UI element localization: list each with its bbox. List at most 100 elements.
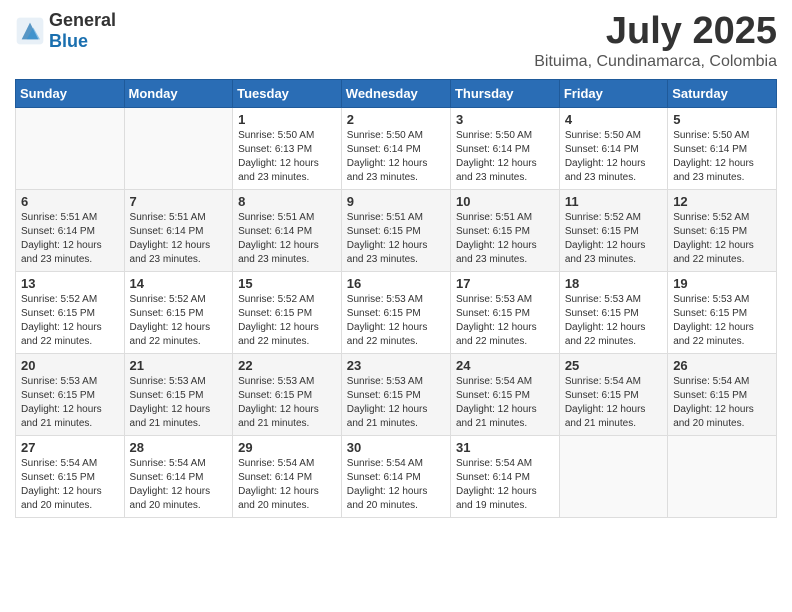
day-info: Sunrise: 5:52 AMSunset: 6:15 PMDaylight:…	[21, 293, 119, 349]
day-number: 25	[565, 358, 662, 373]
day-header-tuesday: Tuesday	[233, 80, 342, 108]
day-number: 12	[673, 194, 771, 209]
calendar-cell: 27 Sunrise: 5:54 AMSunset: 6:15 PMDayligh…	[16, 436, 125, 518]
day-info: Sunrise: 5:54 AMSunset: 6:15 PMDaylight:…	[673, 375, 771, 431]
day-info: Sunrise: 5:52 AMSunset: 6:15 PMDaylight:…	[238, 293, 336, 349]
calendar-week-row: 6 Sunrise: 5:51 AMSunset: 6:14 PMDaylight…	[16, 190, 777, 272]
day-info: Sunrise: 5:51 AMSunset: 6:15 PMDaylight:…	[456, 211, 554, 267]
day-info: Sunrise: 5:52 AMSunset: 6:15 PMDaylight:…	[673, 211, 771, 267]
day-info: Sunrise: 5:53 AMSunset: 6:15 PMDaylight:…	[565, 293, 662, 349]
day-info: Sunrise: 5:53 AMSunset: 6:15 PMDaylight:…	[238, 375, 336, 431]
day-info: Sunrise: 5:51 AMSunset: 6:14 PMDaylight:…	[21, 211, 119, 267]
title-area: July 2025 Bituima, Cundinamarca, Colombi…	[534, 10, 777, 71]
calendar-cell: 8 Sunrise: 5:51 AMSunset: 6:14 PMDaylight…	[233, 190, 342, 272]
calendar-week-row: 20 Sunrise: 5:53 AMSunset: 6:15 PMDayligh…	[16, 354, 777, 436]
day-info: Sunrise: 5:52 AMSunset: 6:15 PMDaylight:…	[130, 293, 228, 349]
day-number: 18	[565, 276, 662, 291]
day-number: 29	[238, 440, 336, 455]
day-number: 4	[565, 112, 662, 127]
calendar: SundayMondayTuesdayWednesdayThursdayFrid…	[15, 79, 777, 518]
calendar-cell: 19Sunrise: 5:53 AMSunset: 6:15 PMDayligh…	[668, 272, 777, 354]
calendar-cell: 26Sunrise: 5:54 AMSunset: 6:15 PMDayligh…	[668, 354, 777, 436]
calendar-cell: 20 Sunrise: 5:53 AMSunset: 6:15 PMDayligh…	[16, 354, 125, 436]
calendar-cell: 24 Sunrise: 5:54 AMSunset: 6:15 PMDayligh…	[450, 354, 559, 436]
day-info: Sunrise: 5:52 AMSunset: 6:15 PMDaylight:…	[565, 211, 662, 267]
calendar-cell: 25 Sunrise: 5:54 AMSunset: 6:15 PMDayligh…	[559, 354, 667, 436]
day-header-sunday: Sunday	[16, 80, 125, 108]
calendar-cell: 2 Sunrise: 5:50 AMSunset: 6:14 PMDaylight…	[341, 108, 450, 190]
calendar-cell: 4 Sunrise: 5:50 AMSunset: 6:14 PMDaylight…	[559, 108, 667, 190]
calendar-header-row: SundayMondayTuesdayWednesdayThursdayFrid…	[16, 80, 777, 108]
calendar-week-row: 1 Sunrise: 5:50 AMSunset: 6:13 PMDaylight…	[16, 108, 777, 190]
day-info: Sunrise: 5:54 AMSunset: 6:14 PMDaylight:…	[347, 457, 445, 513]
day-number: 31	[456, 440, 554, 455]
day-info: Sunrise: 5:54 AMSunset: 6:14 PMDaylight:…	[130, 457, 228, 513]
logo-blue: Blue	[49, 31, 88, 51]
day-number: 10	[456, 194, 554, 209]
day-number: 22	[238, 358, 336, 373]
day-number: 6	[21, 194, 119, 209]
day-info: Sunrise: 5:54 AMSunset: 6:15 PMDaylight:…	[21, 457, 119, 513]
logo-text: General Blue	[49, 10, 116, 52]
day-header-saturday: Saturday	[668, 80, 777, 108]
calendar-week-row: 13 Sunrise: 5:52 AMSunset: 6:15 PMDayligh…	[16, 272, 777, 354]
calendar-cell	[124, 108, 233, 190]
calendar-cell: 12 Sunrise: 5:52 AMSunset: 6:15 PMDayligh…	[668, 190, 777, 272]
calendar-week-row: 27 Sunrise: 5:54 AMSunset: 6:15 PMDayligh…	[16, 436, 777, 518]
calendar-cell: 15Sunrise: 5:52 AMSunset: 6:15 PMDayligh…	[233, 272, 342, 354]
calendar-cell: 3Sunrise: 5:50 AMSunset: 6:14 PMDaylight…	[450, 108, 559, 190]
calendar-cell	[16, 108, 125, 190]
day-number: 8	[238, 194, 336, 209]
day-header-monday: Monday	[124, 80, 233, 108]
day-info: Sunrise: 5:54 AMSunset: 6:14 PMDaylight:…	[456, 457, 554, 513]
day-number: 2	[347, 112, 445, 127]
calendar-cell: 9Sunrise: 5:51 AMSunset: 6:15 PMDaylight…	[341, 190, 450, 272]
day-number: 17	[456, 276, 554, 291]
day-number: 11	[565, 194, 662, 209]
day-number: 24	[456, 358, 554, 373]
day-info: Sunrise: 5:50 AMSunset: 6:14 PMDaylight:…	[565, 129, 662, 185]
day-info: Sunrise: 5:54 AMSunset: 6:15 PMDaylight:…	[456, 375, 554, 431]
header: General Blue July 2025 Bituima, Cundinam…	[15, 10, 777, 71]
calendar-cell: 30 Sunrise: 5:54 AMSunset: 6:14 PMDayligh…	[341, 436, 450, 518]
calendar-cell	[559, 436, 667, 518]
logo: General Blue	[15, 10, 116, 52]
logo-general: General	[49, 10, 116, 30]
calendar-cell: 1 Sunrise: 5:50 AMSunset: 6:13 PMDaylight…	[233, 108, 342, 190]
day-number: 20	[21, 358, 119, 373]
day-info: Sunrise: 5:50 AMSunset: 6:14 PMDaylight:…	[456, 129, 554, 185]
day-number: 21	[130, 358, 228, 373]
day-number: 1	[238, 112, 336, 127]
subtitle: Bituima, Cundinamarca, Colombia	[534, 53, 777, 71]
calendar-cell: 6 Sunrise: 5:51 AMSunset: 6:14 PMDaylight…	[16, 190, 125, 272]
day-info: Sunrise: 5:53 AMSunset: 6:15 PMDaylight:…	[456, 293, 554, 349]
day-info: Sunrise: 5:53 AMSunset: 6:15 PMDaylight:…	[347, 293, 445, 349]
day-info: Sunrise: 5:53 AMSunset: 6:15 PMDaylight:…	[347, 375, 445, 431]
day-info: Sunrise: 5:50 AMSunset: 6:13 PMDaylight:…	[238, 129, 336, 185]
calendar-cell: 21 Sunrise: 5:53 AMSunset: 6:15 PMDayligh…	[124, 354, 233, 436]
day-number: 13	[21, 276, 119, 291]
calendar-cell: 11 Sunrise: 5:52 AMSunset: 6:15 PMDayligh…	[559, 190, 667, 272]
day-info: Sunrise: 5:51 AMSunset: 6:14 PMDaylight:…	[130, 211, 228, 267]
calendar-cell: 14 Sunrise: 5:52 AMSunset: 6:15 PMDayligh…	[124, 272, 233, 354]
calendar-cell: 23Sunrise: 5:53 AMSunset: 6:15 PMDayligh…	[341, 354, 450, 436]
day-info: Sunrise: 5:53 AMSunset: 6:15 PMDaylight:…	[21, 375, 119, 431]
day-number: 27	[21, 440, 119, 455]
day-info: Sunrise: 5:53 AMSunset: 6:15 PMDaylight:…	[130, 375, 228, 431]
day-number: 14	[130, 276, 228, 291]
main-title: July 2025	[534, 10, 777, 53]
day-info: Sunrise: 5:54 AMSunset: 6:15 PMDaylight:…	[565, 375, 662, 431]
calendar-cell: 28 Sunrise: 5:54 AMSunset: 6:14 PMDayligh…	[124, 436, 233, 518]
calendar-cell: 18 Sunrise: 5:53 AMSunset: 6:15 PMDayligh…	[559, 272, 667, 354]
day-info: Sunrise: 5:51 AMSunset: 6:14 PMDaylight:…	[238, 211, 336, 267]
calendar-cell: 10 Sunrise: 5:51 AMSunset: 6:15 PMDayligh…	[450, 190, 559, 272]
day-header-thursday: Thursday	[450, 80, 559, 108]
day-header-friday: Friday	[559, 80, 667, 108]
day-number: 30	[347, 440, 445, 455]
calendar-cell: 22 Sunrise: 5:53 AMSunset: 6:15 PMDayligh…	[233, 354, 342, 436]
calendar-cell: 17 Sunrise: 5:53 AMSunset: 6:15 PMDayligh…	[450, 272, 559, 354]
day-info: Sunrise: 5:50 AMSunset: 6:14 PMDaylight:…	[347, 129, 445, 185]
day-number: 7	[130, 194, 228, 209]
day-number: 28	[130, 440, 228, 455]
day-info: Sunrise: 5:50 AMSunset: 6:14 PMDaylight:…	[673, 129, 771, 185]
